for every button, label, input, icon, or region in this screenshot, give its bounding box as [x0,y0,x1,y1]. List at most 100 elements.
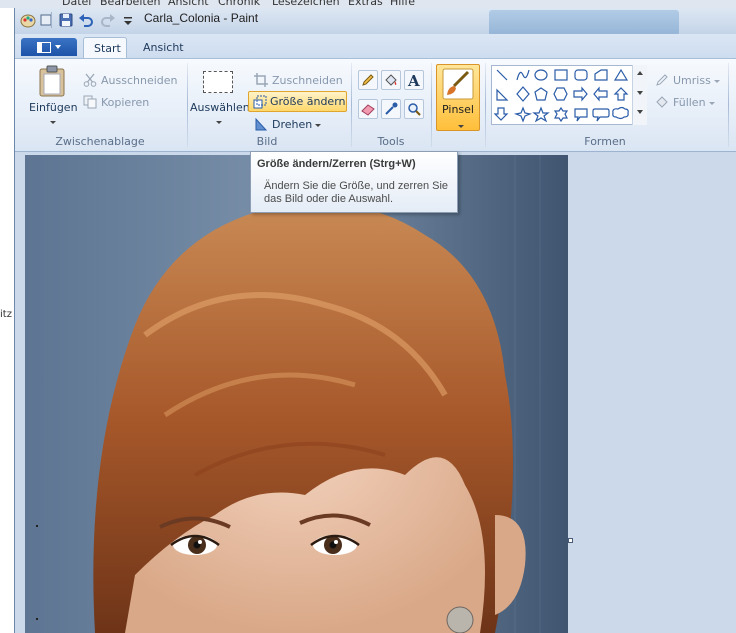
portrait-photo [25,155,568,633]
bg-menu-item: Bearbeiten [100,0,161,8]
eraser-tool[interactable] [358,99,378,119]
clipboard-icon[interactable] [37,65,67,100]
four-point-star-shape-icon [513,106,533,123]
paste-button[interactable]: Einfügen [29,101,78,114]
paint-menu-button[interactable] [21,38,77,56]
canvas-image[interactable] [25,155,568,633]
paste-dropdown-icon[interactable] [47,115,56,128]
polygon-shape-icon [594,69,608,81]
qat-separator [51,12,52,28]
group-label-tools: Tools [377,135,405,148]
bg-menu-item: Lesezeichen [272,0,340,8]
bg-menu-item: Chronik [218,0,261,8]
down-arrow-shape-icon [493,107,509,121]
group-separator [431,63,432,147]
text-tool[interactable]: A [404,70,424,90]
rotate-icon [254,117,268,134]
right-triangle-shape-icon [496,88,509,101]
cut-button[interactable]: Ausschneiden [101,74,178,87]
resize-label: Größe ändern [270,95,346,108]
scissors-icon [83,73,97,90]
up-arrow-shape-icon [613,87,629,101]
bg-menu-item: Hilfe [390,0,416,8]
customize-qat-icon[interactable] [119,12,137,28]
rotate-button[interactable]: Drehen [272,118,322,131]
tab-ansicht[interactable]: Ansicht [133,37,194,58]
hexagon-shape-icon [553,87,568,101]
save-icon[interactable] [57,12,75,28]
right-arrow-shape-icon [573,86,588,102]
curve-shape-icon [516,69,530,81]
window-menu-icon[interactable] [37,12,55,28]
canvas-artifact-dot [36,525,38,527]
shapes-expand-icon [637,110,643,114]
bg-menu-item: Extras [348,0,383,8]
shapes-scroll-down-icon [637,91,643,95]
fill-button[interactable]: Füllen [673,96,715,109]
bg-menu-item: Datei [62,0,92,8]
brush-label: Pinsel [442,103,474,116]
canvas-artifact-dot [36,618,38,620]
resize-button[interactable]: Größe ändern [248,91,347,112]
undo-icon[interactable] [77,12,95,28]
rounded-rectangle-shape-icon [574,69,588,81]
bg-menu-item: Ansicht [168,0,209,8]
background-menubar: Datei Bearbeiten Ansicht Chronik Lesezei… [0,0,736,8]
rectangular-callout-shape-icon [574,108,588,122]
shapes-gallery[interactable] [491,65,647,125]
oval-shape-icon [534,69,548,81]
magnifier-icon [408,103,421,116]
tooltip-title: Größe ändern/Zerren (Strg+W) [257,158,416,170]
crop-button[interactable]: Zuschneiden [272,74,343,87]
six-point-star-shape-icon [553,106,569,123]
brush-icon [442,68,474,103]
resize-icon [253,95,267,112]
ribbon-tab-strip: Start Ansicht [15,34,736,58]
text-icon: A [407,73,420,87]
group-label-bild: Bild [256,135,278,148]
fill-tool[interactable] [381,70,401,90]
group-separator [728,63,729,147]
paint-bucket-icon [385,74,397,86]
group-label-zwischenablage: Zwischenablage [55,135,145,148]
paint-window: Carla_Colonia - Paint Start Ansicht Einf… [14,8,736,633]
left-arrow-shape-icon [593,86,608,102]
pencil-tool[interactable] [358,70,378,90]
background-left-text: itz [0,309,12,320]
pencil-icon [362,74,374,86]
tooltip-body: Ändern Sie die Größe, und zerren Sie das… [264,180,449,205]
five-point-star-shape-icon [532,106,550,123]
select-rectangle-icon[interactable] [203,71,233,93]
resize-tooltip: Größe ändern/Zerren (Strg+W) Ändern Sie … [250,151,458,213]
fill-shape-icon [655,95,669,112]
magnifier-tool[interactable] [404,99,424,119]
color-picker-tool[interactable] [381,99,401,119]
background-taskbar-button [489,10,679,36]
window-title: Carla_Colonia - Paint [144,11,259,25]
select-dropdown-icon[interactable] [213,115,222,128]
eyedropper-icon [385,102,398,115]
paint-app-icon[interactable] [19,12,37,28]
background-window-edge [0,8,14,633]
canvas-resize-handle[interactable] [568,538,573,543]
diamond-shape-icon [516,86,530,102]
rounded-callout-shape-icon [592,108,610,122]
outline-button[interactable]: Umriss [673,74,720,87]
group-label-formen: Formen [584,135,626,148]
line-shape-icon [496,69,508,81]
rectangle-shape-icon [554,69,568,81]
canvas-area[interactable] [15,153,736,633]
brush-button[interactable]: Pinsel [436,64,480,131]
shapes-grid [493,68,629,123]
redo-icon[interactable] [99,12,117,28]
tab-start[interactable]: Start [83,37,127,58]
outline-icon [655,73,669,90]
triangle-shape-icon [613,68,629,81]
copy-icon [83,95,97,112]
shapes-scrollbar[interactable] [632,65,647,125]
copy-button[interactable]: Kopieren [101,96,149,109]
select-button[interactable]: Auswählen [190,101,250,114]
brush-dropdown-icon [455,119,464,132]
eraser-icon [361,104,375,116]
cloud-callout-shape-icon [612,106,629,120]
